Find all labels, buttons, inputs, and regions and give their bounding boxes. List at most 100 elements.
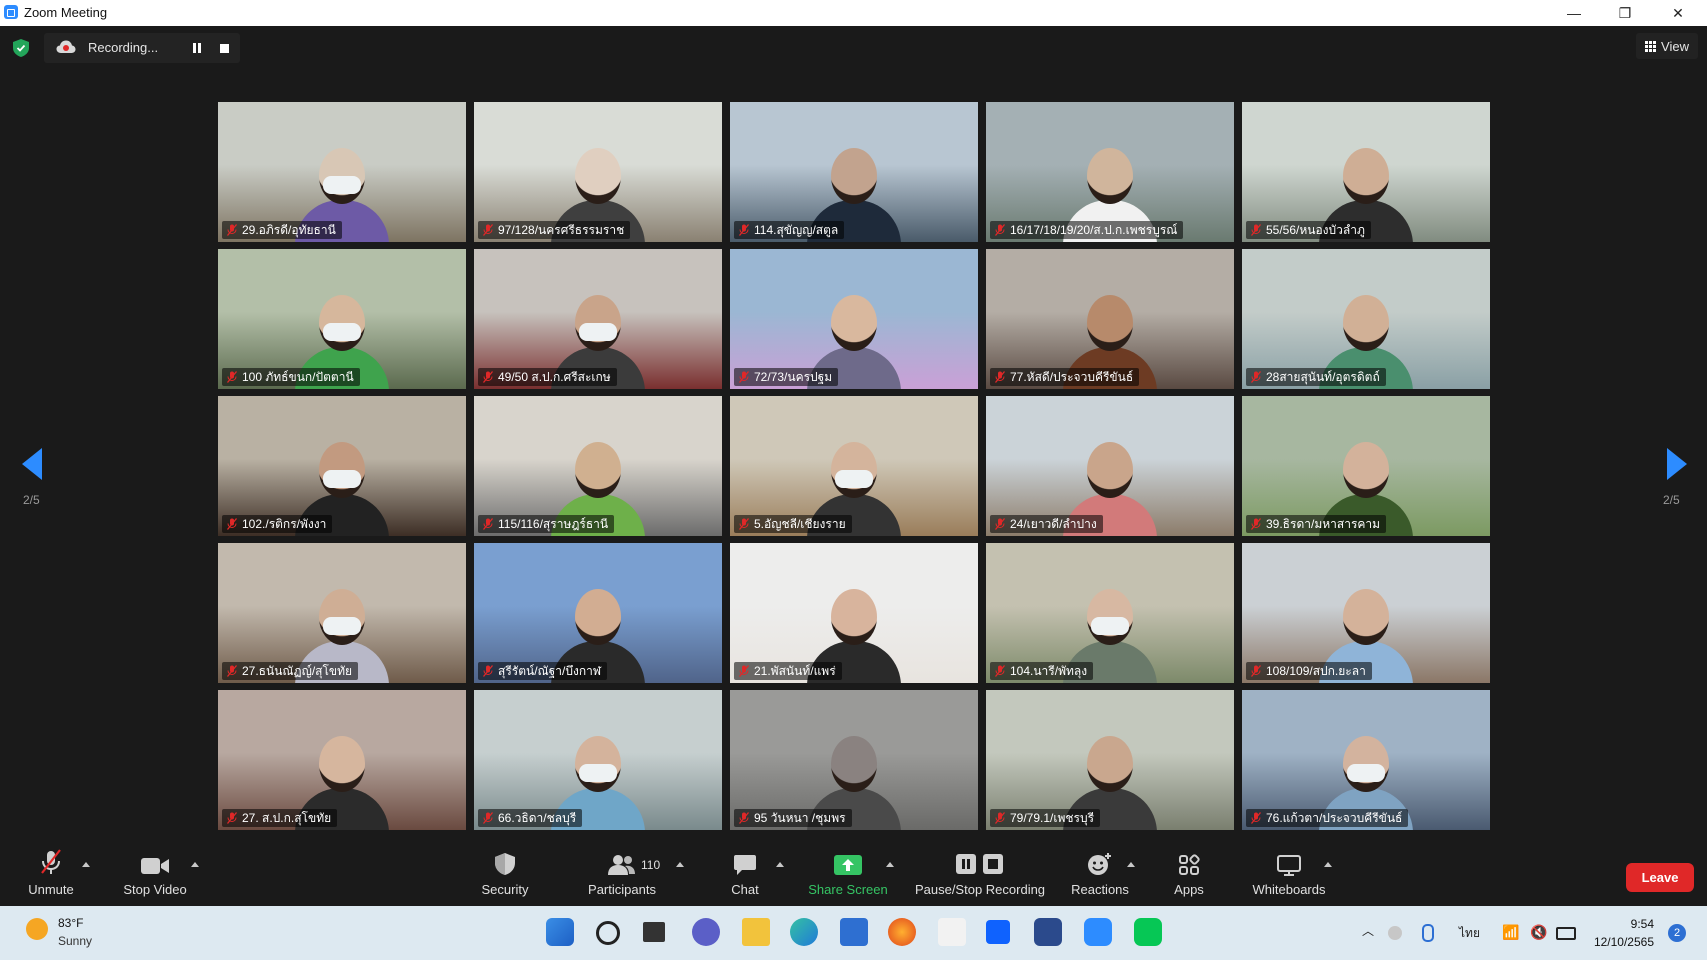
view-button[interactable]: View [1636,33,1698,59]
stop-video-button[interactable]: Stop Video [118,842,192,906]
participant-name: 114.สุขัญญ/สตูล [754,223,839,237]
participant-name-label: 100 ภัทธ์ขนก/ปัตตานี [222,368,360,386]
participant-video-tile[interactable]: 29.อภิรดี/อุทัยธานี [218,102,466,242]
weather-condition: Sunny [58,934,93,948]
search-icon[interactable] [596,921,620,945]
muted-mic-icon [1251,812,1261,824]
muted-mic-icon [483,371,493,383]
participant-name: 49/50 ส.ป.ก.ศรีสะเกษ [498,370,611,384]
reactions-options-caret-icon[interactable] [1127,862,1135,867]
participant-video-tile[interactable]: 5.อัญชลี/เชียงราย [730,396,978,536]
task-view-icon[interactable] [643,922,665,942]
chat-options-caret-icon[interactable] [776,862,784,867]
leave-meeting-button[interactable]: Leave [1626,863,1694,892]
participant-name-label: 5.อัญชลี/เชียงราย [734,515,852,533]
participant-video-tile[interactable]: 95 วันหนา /ชุมพร [730,690,978,830]
close-button[interactable]: ✕ [1656,0,1700,26]
participant-video-tile[interactable]: 76.แก้วตา/ประจวบคีรีขันธ์ [1242,690,1490,830]
share-screen-button[interactable]: Share Screen [806,842,890,906]
language-indicator[interactable]: ไทย [1459,924,1480,943]
participant-name-label: 114.สุขัญญ/สตูล [734,221,845,239]
wifi-icon[interactable]: 📶 [1502,924,1519,941]
participant-video-tile[interactable]: 49/50 ส.ป.ก.ศรีสะเกษ [474,249,722,389]
participant-video-tile[interactable]: 55/56/หนองบัวลำภู [1242,102,1490,242]
notification-badge[interactable]: 2 [1668,924,1686,942]
firefox-icon[interactable] [888,918,916,946]
participant-name: 72/73/นครปฐม [754,370,833,384]
security-button[interactable]: Security [475,842,535,906]
participant-video-tile[interactable]: 114.สุขัญญ/สตูล [730,102,978,242]
previous-page-arrow-icon[interactable] [22,448,42,480]
participant-video-tile[interactable]: 108/109/สปก.ยะลา [1242,543,1490,683]
participant-video-tile[interactable]: 24/เยาวดี/ลำปาง [986,396,1234,536]
participant-name: 108/109/สปก.ยะลา [1266,664,1366,678]
participant-name: 21.พัสนันท์/แพร่ [754,664,836,678]
participant-video-tile[interactable]: 27. ส.ป.ก.สุโขทัย [218,690,466,830]
amazon-icon[interactable] [938,918,966,946]
face-mask [323,323,361,341]
edge-browser-icon[interactable] [790,918,818,946]
muted-mic-icon [1251,665,1261,677]
battery-icon[interactable] [1556,927,1576,940]
encryption-shield-icon[interactable] [13,39,29,57]
participant-video-tile[interactable]: 72/73/นครปฐม [730,249,978,389]
next-page-arrow-icon[interactable] [1667,448,1687,480]
participant-video-tile[interactable]: 77.หัสดี/ประจวบคีรีขันธ์ [986,249,1234,389]
participant-name-label: 102./รติกร/พังงา [222,515,333,533]
participant-video-tile[interactable]: 102./รติกร/พังงา [218,396,466,536]
teams-chat-icon[interactable] [692,918,720,946]
participant-video-tile[interactable]: 21.พัสนันท์/แพร่ [730,543,978,683]
zoom-taskbar-icon[interactable] [1084,918,1112,946]
participant-video-tile[interactable]: 79/79.1/เพชรบุรี [986,690,1234,830]
participant-video-tile[interactable]: 104.นารี/พัทลุง [986,543,1234,683]
line-app-icon[interactable] [1134,918,1162,946]
taskbar-time[interactable]: 9:54 [1598,917,1654,931]
muted-mic-icon [1251,371,1261,383]
unmute-button[interactable]: Unmute [22,842,80,906]
taskbar-date[interactable]: 12/10/2565 [1588,935,1654,949]
participant-name-label: 66.วธิดา/ชลบุรี [478,809,583,827]
reactions-label: Reactions [1071,882,1129,897]
participant-video-tile[interactable]: 27.ธนันณัฏญ์/สุโขทัย [218,543,466,683]
participants-options-caret-icon[interactable] [676,862,684,867]
video-options-caret-icon[interactable] [191,862,199,867]
participant-name: 28สายสุนันท์/อุตรดิตถ์ [1266,370,1380,384]
whiteboards-button[interactable]: Whiteboards [1248,842,1330,906]
speaker-muted-icon[interactable]: 🔇 [1530,924,1547,941]
whiteboards-options-caret-icon[interactable] [1324,862,1332,867]
participant-video-tile[interactable]: 16/17/18/19/20/ส.ป.ก.เพชรบูรณ์ [986,102,1234,242]
participant-video-tile[interactable]: 100 ภัทธ์ขนก/ปัตตานี [218,249,466,389]
sun-weather-icon[interactable] [26,918,48,940]
audio-options-caret-icon[interactable] [82,862,90,867]
stop-recording-icon[interactable] [220,44,229,53]
participants-button[interactable]: Participants [582,842,662,906]
share-screen-arrow-icon [834,855,862,875]
participant-name-label: 108/109/สปก.ยะลา [1246,662,1372,680]
participant-video-tile[interactable]: 66.วธิดา/ชลบุรี [474,690,722,830]
file-explorer-icon[interactable] [742,918,770,946]
dropbox-icon[interactable] [986,920,1010,944]
participant-video-tile[interactable]: 39.ธิรดา/มหาสารคาม [1242,396,1490,536]
participant-name-label: 28สายสุนันท์/อุตรดิตถ์ [1246,368,1386,386]
pause-recording-icon[interactable] [190,41,204,55]
restore-button[interactable]: ❐ [1603,0,1647,26]
chat-button[interactable]: Chat [722,842,768,906]
pause-stop-recording-button[interactable]: Pause/Stop Recording [910,842,1050,906]
tray-chevron-up-icon[interactable]: ︿ [1362,922,1374,939]
participant-name-label: 76.แก้วตา/ประจวบคีรีขันธ์ [1246,809,1409,827]
minimize-button[interactable]: — [1552,0,1596,26]
participant-video-tile[interactable]: 115/116/สุราษฎร์ธานี [474,396,722,536]
muted-mic-icon [739,518,749,530]
share-options-caret-icon[interactable] [886,862,894,867]
participant-video-tile[interactable]: 97/128/นครศรีธรรมราช [474,102,722,242]
apps-button[interactable]: Apps [1168,842,1210,906]
reactions-button[interactable]: Reactions [1068,842,1132,906]
tray-onedrive-icon[interactable] [1388,926,1402,940]
start-windows-icon[interactable] [546,918,574,946]
vpn-app-icon[interactable] [1034,918,1062,946]
video-gallery-grid: 29.อภิรดี/อุทัยธานี 97/128/นครศรีธรรมราช 1… [218,102,1490,830]
participant-video-tile[interactable]: สุรีรัตน์/ณัฐา/บึงกาฬ [474,543,722,683]
participant-video-tile[interactable]: 28สายสุนันท์/อุตรดิตถ์ [1242,249,1490,389]
tray-microphone-icon[interactable] [1422,924,1434,942]
microsoft-store-icon[interactable] [840,918,868,946]
